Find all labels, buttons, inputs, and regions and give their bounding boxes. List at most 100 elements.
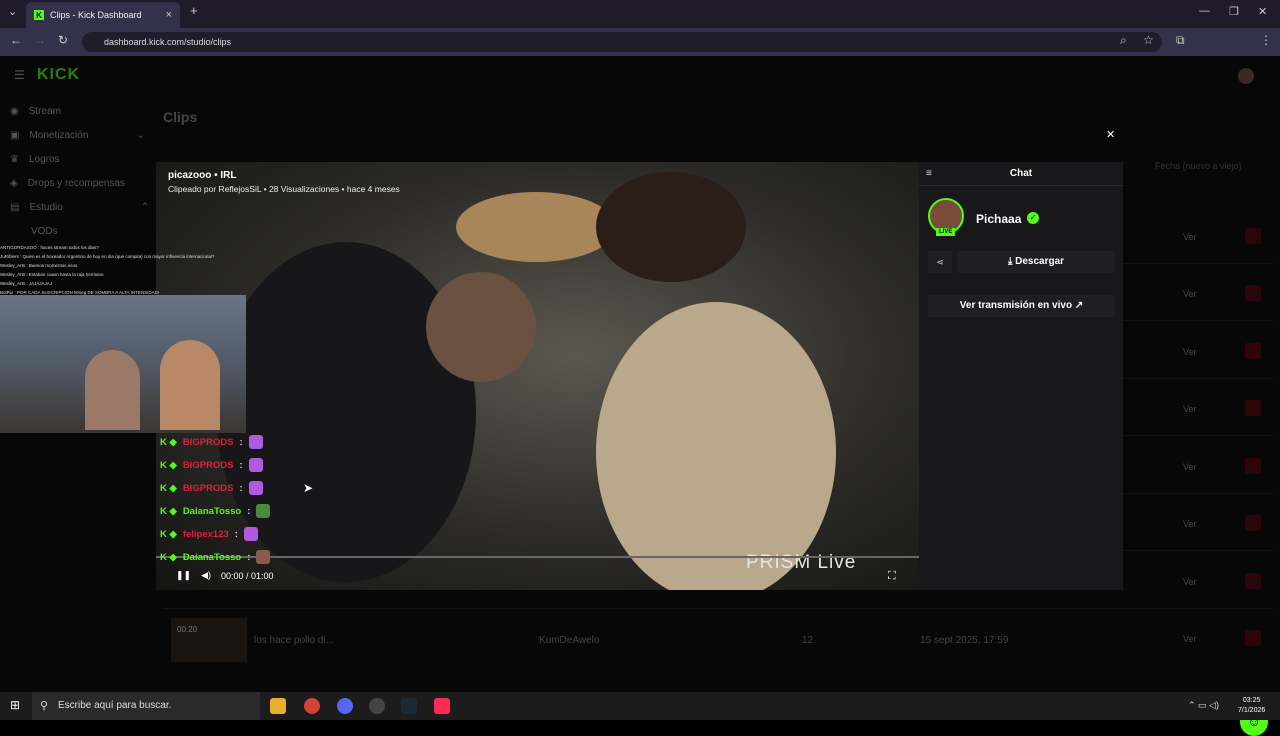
file-explorer-icon[interactable] [270,698,286,714]
view-button[interactable]: Ver [1183,462,1197,472]
watch-live-button[interactable]: Ver transmisión en vivo ↗ [928,295,1115,317]
taskbar-clock[interactable]: 03:25 7/1/2026 [1238,696,1265,716]
studio-icon: ▤ [10,202,20,213]
view-button[interactable]: Ver [1183,347,1197,357]
forward-icon[interactable]: → [34,33,46,47]
video-controls: ❚❚ ◀) 00:00 / 01:00 [176,570,274,581]
overlay-chat-message: K ◆ felipex123: [160,527,258,541]
broadcast-icon: ◉ [10,106,19,117]
volume-icon[interactable]: ◀) [201,570,211,581]
clip-creator: KumDeAwelo [539,635,600,646]
page-title: Clips [163,109,198,125]
clip-title[interactable]: los hace pollo di... [254,635,334,646]
tab-title: Clips - Kick Dashboard [50,10,142,20]
view-button[interactable]: Ver [1183,577,1197,587]
new-tab-icon[interactable]: + [190,3,198,18]
tab-search-icon[interactable]: ⌄ [8,5,17,18]
discord-icon[interactable] [337,698,353,714]
download-button[interactable]: ⤓ Descargar [957,251,1115,273]
emote-icon [248,435,263,449]
delete-button[interactable] [1245,343,1261,359]
overlay-chat-message: K ◆ DaianaTosso: [160,550,271,564]
delete-button[interactable] [1245,285,1261,301]
overlay-chat-line: ANTIGORDASOO : haces stream todos los di… [0,245,99,250]
emote-icon [248,481,263,495]
share-button[interactable]: ⋖ [928,251,952,273]
mouse-cursor-icon: ➤ [303,481,314,495]
clip-channel-category: picazooo • IRL [168,170,237,181]
emote-icon [256,550,271,564]
overlay-chat-message: K ◆ BIGPRODS: [160,481,263,495]
external-link-icon: ↗ [1072,300,1084,311]
extensions-icon[interactable]: ⧉ [1176,33,1185,48]
delete-button[interactable] [1245,458,1261,474]
view-button[interactable]: Ver [1183,289,1197,299]
modal-close-icon[interactable]: ✕ [1106,128,1115,141]
overlay-chat-line: Wesley_Arts : Estaban cuasn hasta la raj… [0,272,104,277]
overlay-chat-message: K ◆ DaianaTosso: [160,504,271,518]
emote-icon [243,527,258,541]
sidebar-item-achievements[interactable]: ♛ Logros [10,154,60,165]
taskbar-search[interactable]: Escribe aquí para buscar. [32,692,260,720]
user-avatar[interactable] [1238,68,1254,84]
pause-icon[interactable]: ❚❚ [176,570,191,581]
steam-icon[interactable] [401,698,417,714]
chat-title: Chat [919,162,1123,186]
fullscreen-icon[interactable]: ⛶ [888,570,896,583]
share-icon: ⋖ [936,257,944,267]
url-field[interactable]: dashboard.kick.com/studio/clips [82,32,1162,52]
kick-favicon-icon: K [34,10,44,20]
view-button[interactable]: Ver [1183,232,1197,242]
overlay-chat-line: JuRiblers : Quien es el boxeador Argenti… [0,254,215,259]
obs-icon[interactable] [369,698,385,714]
delete-button[interactable] [1245,515,1261,531]
overlay-chat-line: Wesley_Arts : Buenos momentos esos [0,263,78,268]
reload-icon[interactable]: ↻ [58,33,68,47]
delete-button[interactable] [1245,630,1261,646]
sort-dropdown[interactable]: Fecha (nuevo a viejo) [1155,161,1242,171]
overlay-chat-log: ANTIGORDASOO : haces stream todos los di… [0,243,245,297]
back-icon[interactable]: ← [10,33,22,47]
collapse-chat-icon[interactable]: ≡ [926,168,932,179]
sidebar-item-vods[interactable]: VODs [31,226,58,237]
chrome-icon[interactable] [304,698,320,714]
clip-video-player[interactable]: picazooo • IRL Clipeado por ReflejosSiL … [156,162,919,590]
clip-date: 15 sept 2025, 17:59 [920,635,1009,646]
delete-button[interactable] [1245,400,1261,416]
table-row: 00:20 los hace pollo di... KumDeAwelo 12… [163,614,1273,666]
browser-tab-bar: ⌄ K Clips - Kick Dashboard × + — ❐ ✕ [0,0,1280,28]
view-button[interactable]: Ver [1183,404,1197,414]
delete-button[interactable] [1245,228,1261,244]
streamer-name[interactable]: Pichaaa [976,212,1021,226]
chat-panel: ≡ Chat LIVE Pichaaa ✓ ⋖ ⤓ Descargar Ver … [919,162,1123,590]
tray-icons[interactable]: ⌃ ▭ ◁) [1188,700,1219,711]
clip-views: 12 [802,635,814,646]
address-bar: ← → ↻ dashboard.kick.com/studio/clips ⌕ … [0,28,1280,56]
video-progress-bar[interactable] [156,556,919,558]
sidebar-item-drops[interactable]: ◈ Drops y recompensas [10,178,125,189]
kick-logo[interactable]: KICK [37,66,80,84]
sidebar-item-stream[interactable]: ◉ Stream [10,106,61,117]
windows-start-icon[interactable]: ⊞ [10,698,20,712]
tiktok-icon[interactable] [434,698,450,714]
restore-icon[interactable]: ❐ [1229,5,1239,18]
sidebar-item-studio[interactable]: ▤ Estudio ⌃ [10,202,149,213]
view-button[interactable]: Ver [1183,634,1197,644]
sidebar-item-monetization[interactable]: ▣ Monetización ⌄ [10,130,145,141]
verified-icon: ✓ [1027,212,1039,224]
delete-button[interactable] [1245,573,1261,589]
menu-icon[interactable]: ☰ [14,68,25,82]
zoom-icon[interactable]: ⌕ [1120,33,1127,48]
clip-info: Clipeado por ReflejosSiL • 28 Visualizac… [168,184,400,194]
emote-icon [248,458,263,472]
minimize-icon[interactable]: — [1199,5,1210,17]
bookmark-star-icon[interactable]: ☆ [1143,33,1154,47]
tab-close-icon[interactable]: × [166,9,172,21]
browser-tab[interactable]: K Clips - Kick Dashboard × [26,2,180,28]
menu-dots-icon[interactable]: ⋮ [1260,33,1272,47]
overlay-chat-message: K ◆ BIGPRODS: [160,458,263,472]
clip-thumbnail[interactable]: 00:20 [171,618,247,662]
view-button[interactable]: Ver [1183,519,1197,529]
window-close-icon[interactable]: ✕ [1258,5,1267,18]
video-content [456,192,616,262]
